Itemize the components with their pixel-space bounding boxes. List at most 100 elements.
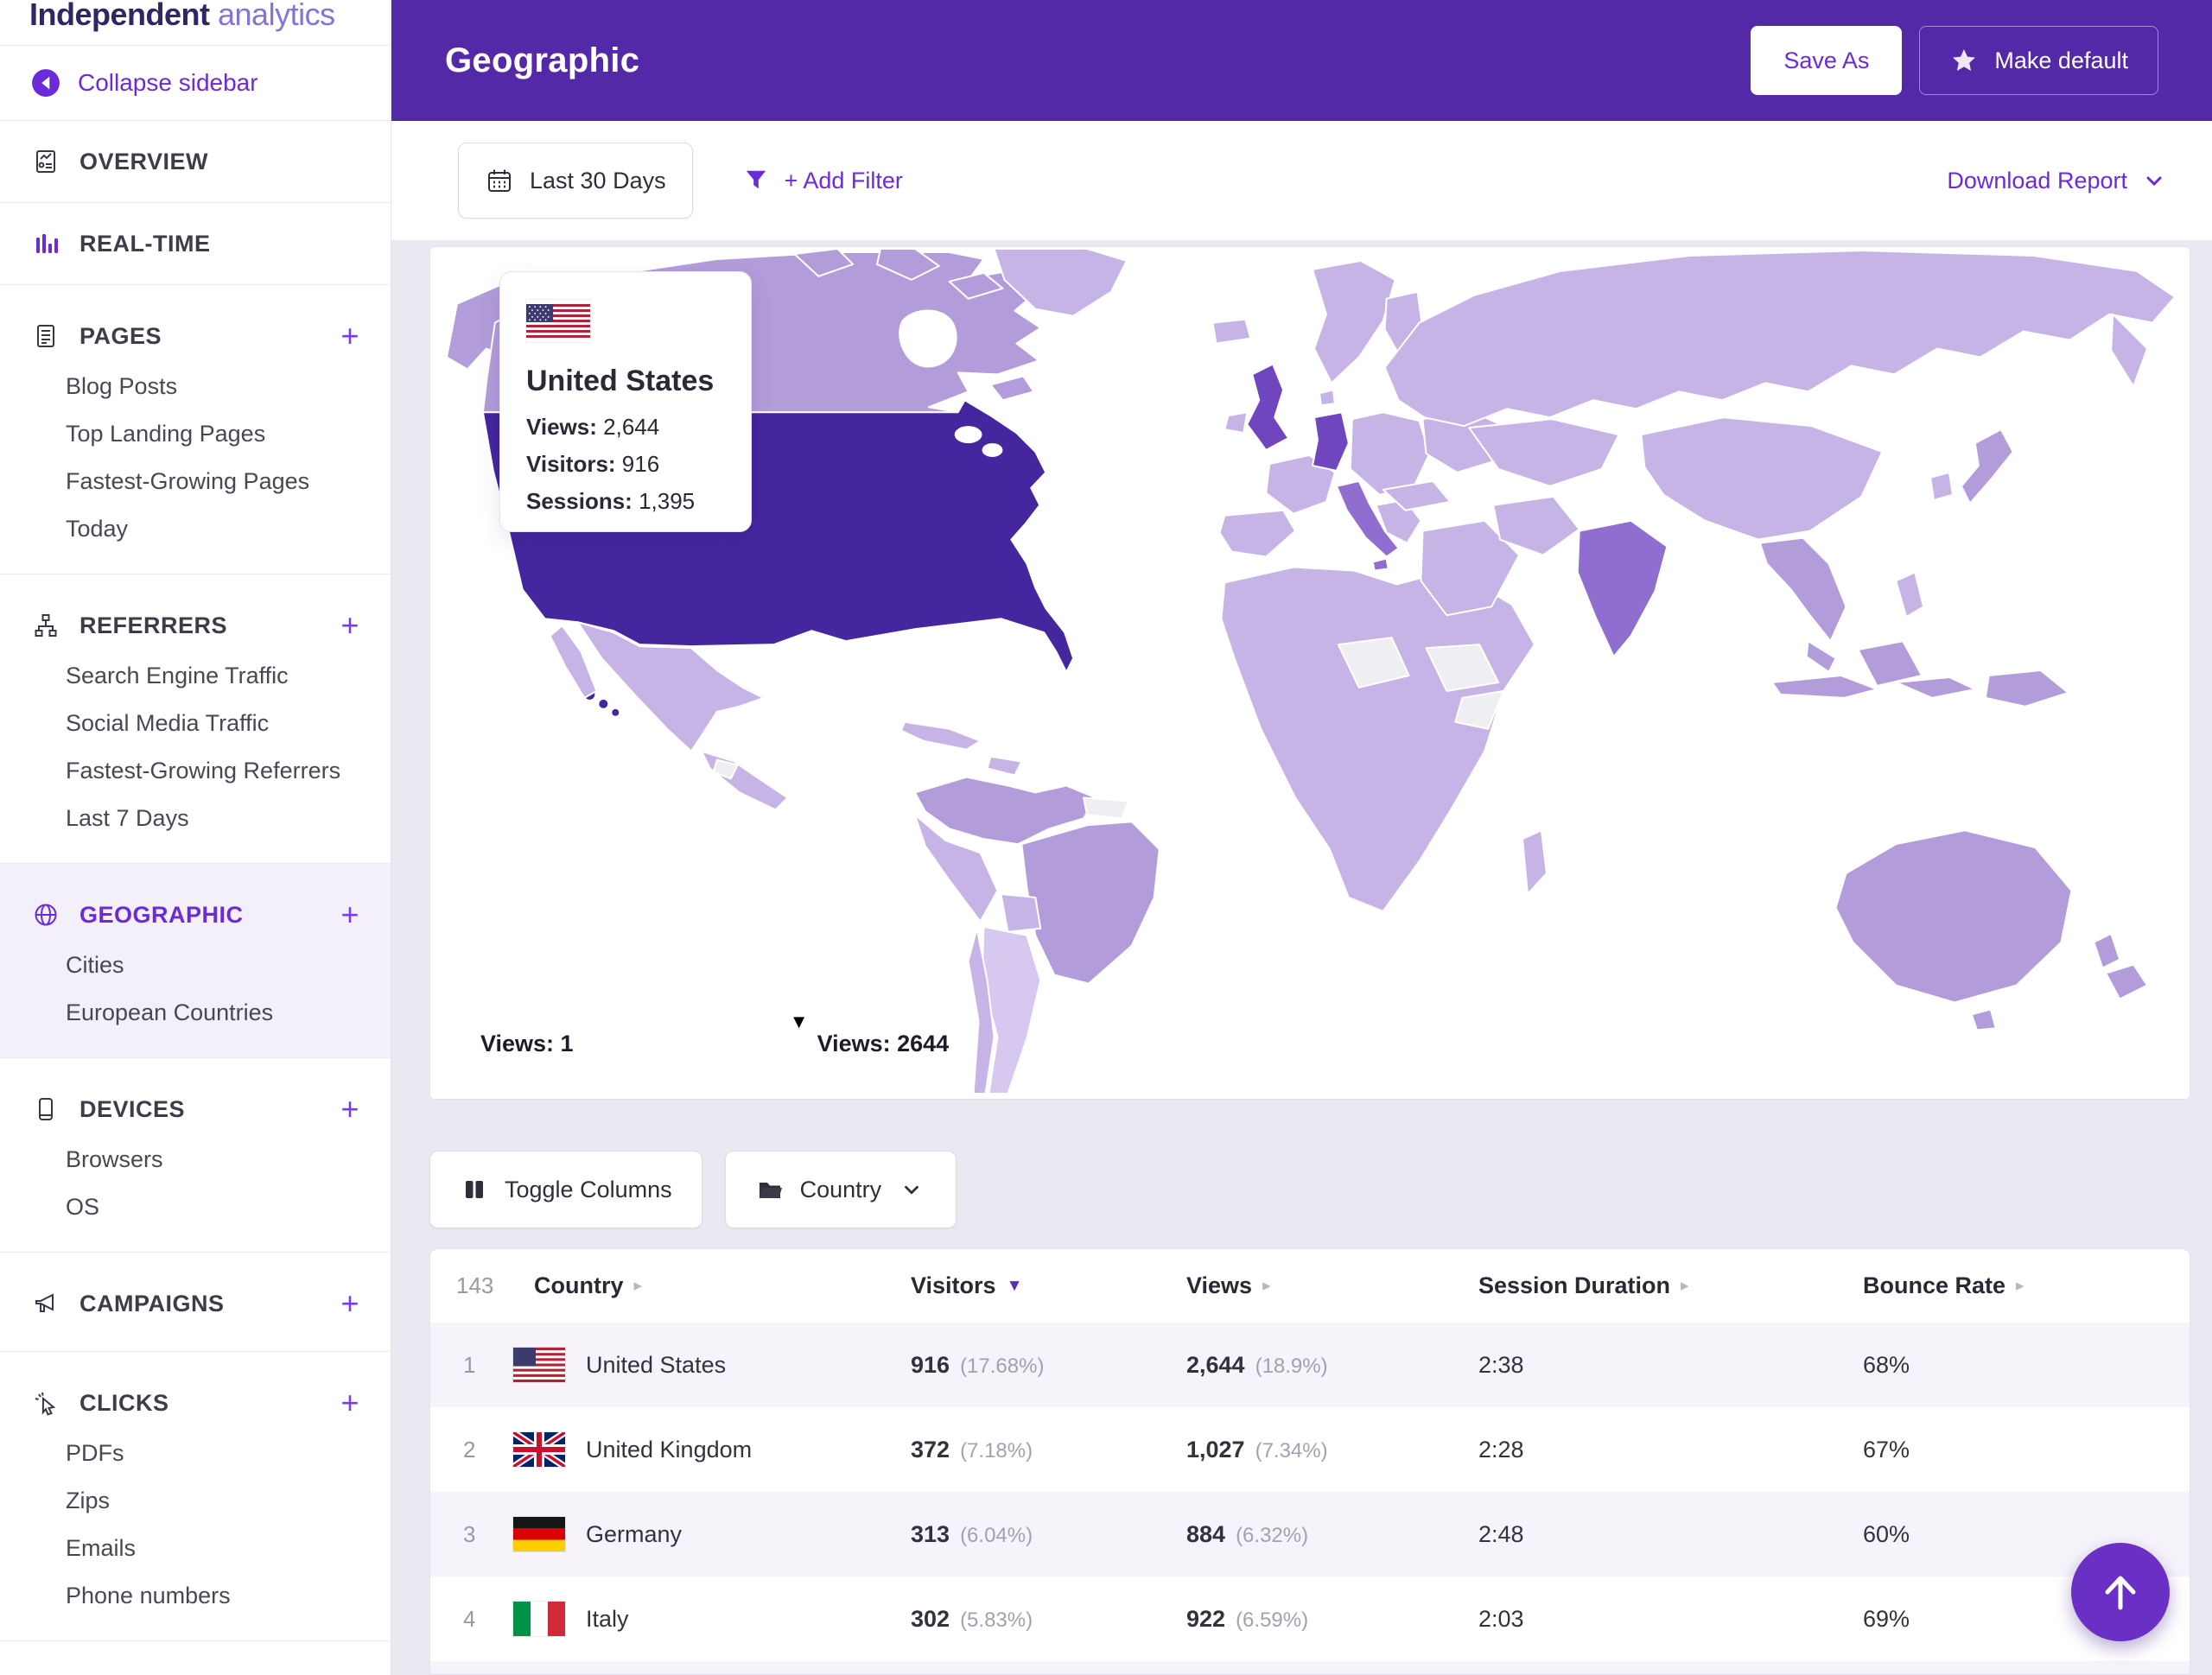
italy-flag-icon [513,1602,565,1636]
country-name: Germany [586,1521,682,1548]
toggle-columns-button[interactable]: Toggle Columns [429,1151,702,1228]
add-filter-button[interactable]: + Add Filter [741,166,903,195]
sidebar-item-overview[interactable]: OVERVIEW [0,121,391,202]
campaigns-megaphone-icon [31,1289,60,1318]
map-region-oceania[interactable] [1836,830,2148,1030]
scroll-to-top-button[interactable] [2071,1543,2170,1641]
devices-add-button[interactable]: + [340,1094,359,1125]
sidebar-item-campaigns[interactable]: CAMPAIGNS + [0,1277,391,1330]
world-map-card: United States Views: 2,644 Visitors: 916… [429,246,2190,1100]
column-header-country[interactable]: Country▸ [513,1272,911,1299]
sidebar-item-last-7-days[interactable]: Last 7 Days [0,795,391,842]
sidebar-item-top-landing-pages[interactable]: Top Landing Pages [0,410,391,458]
pages-add-button[interactable]: + [340,320,359,352]
funnel-icon [741,166,771,195]
sidebar-section-referrers: REFERRERS + Search Engine Traffic Social… [0,574,391,863]
toggle-columns-label: Toggle Columns [505,1177,672,1203]
sort-arrow-icon: ▸ [1262,1276,1271,1296]
sidebar-item-pages[interactable]: PAGES + [0,309,391,363]
sidebar-item-fastest-growing-pages[interactable]: Fastest-Growing Pages [0,458,391,505]
table-row[interactable]: 2 United Kingdom 372(7.18%) 1,027(7.34%)… [430,1407,2190,1492]
tooltip-country-name: United States [526,365,725,398]
chevron-down-icon [2139,166,2169,195]
clicks-add-button[interactable]: + [340,1387,359,1418]
row-rank: 1 [430,1352,513,1379]
legend-marker-icon: ▼ [790,1012,809,1031]
sidebar-item-clicks[interactable]: CLICKS + [0,1376,391,1430]
sidebar-section-pages: PAGES + Blog Posts Top Landing Pages Fas… [0,285,391,574]
legend-max-label: Views: 2644 [817,1031,950,1057]
pages-document-icon [31,321,60,351]
sidebar-item-fastest-growing-referrers[interactable]: Fastest-Growing Referrers [0,747,391,795]
campaigns-add-button[interactable]: + [340,1288,359,1319]
table-header-row: 143 Country▸ Visitors▼ Views▸ Session Du… [430,1249,2190,1323]
divider [0,1640,391,1641]
germany-flag-icon [513,1517,565,1551]
sidebar-section-clicks: CLICKS + PDFs Zips Emails Phone numbers [0,1352,391,1640]
sidebar-item-os[interactable]: OS [0,1183,391,1231]
column-header-bounce-rate[interactable]: Bounce Rate▸ [1863,1272,2190,1299]
collapse-sidebar-button[interactable]: Collapse sidebar [0,46,391,120]
overview-label: OVERVIEW [79,149,208,175]
star-icon [1949,46,1979,75]
sidebar-item-cities[interactable]: Cities [0,942,391,989]
column-header-visitors[interactable]: Visitors▼ [911,1272,1186,1299]
row-rank: 3 [430,1521,513,1548]
row-rank: 2 [430,1437,513,1463]
row-count: 143 [430,1272,513,1299]
sidebar-item-today[interactable]: Today [0,505,391,553]
overview-report-icon [31,147,60,176]
download-report-button[interactable]: Download Report [1947,166,2169,195]
group-by-country-dropdown[interactable]: Country [725,1151,957,1228]
sidebar-item-blog-posts[interactable]: Blog Posts [0,363,391,410]
sidebar-item-emails[interactable]: Emails [0,1525,391,1572]
realtime-label: REAL-TIME [79,231,210,257]
make-default-button[interactable]: Make default [1919,26,2158,95]
country-name: United Kingdom [586,1437,752,1463]
geographic-label: GEOGRAPHIC [79,902,244,929]
sidebar-item-phone-numbers[interactable]: Phone numbers [0,1572,391,1620]
date-range-button[interactable]: Last 30 Days [458,143,693,219]
sidebar-item-devices[interactable]: DEVICES + [0,1082,391,1136]
add-filter-label: + Add Filter [785,168,903,194]
referrers-add-button[interactable]: + [340,610,359,641]
collapse-sidebar-label: Collapse sidebar [78,69,258,97]
globe-icon [31,900,60,929]
table-row[interactable]: 1 United States 916(17.68%) 2,644(18.9%)… [430,1323,2190,1407]
sidebar-item-zips[interactable]: Zips [0,1477,391,1525]
page-header: Geographic Save As Make default [391,0,2212,121]
page-title: Geographic [445,41,639,80]
countries-table: 143 Country▸ Visitors▼ Views▸ Session Du… [429,1248,2190,1675]
country-name: Italy [586,1606,629,1633]
country-name: United States [586,1352,726,1379]
sidebar-item-browsers[interactable]: Browsers [0,1136,391,1183]
table-row[interactable]: 3 Germany 313(6.04%) 884(6.32%) 2:48 60% [430,1492,2190,1577]
sort-arrow-icon: ▸ [2016,1276,2024,1296]
sidebar: Independent analytics Collapse sidebar O… [0,0,391,1675]
save-as-button[interactable]: Save As [1751,26,1902,95]
sidebar-section-campaigns: CAMPAIGNS + [0,1253,391,1351]
sidebar-item-geographic[interactable]: GEOGRAPHIC + [0,888,391,942]
clicks-cursor-icon [31,1388,60,1418]
geographic-add-button[interactable]: + [340,899,359,930]
us-flag-icon [513,1348,565,1382]
folder-icon [755,1175,785,1204]
sidebar-item-realtime[interactable]: REAL-TIME [0,203,391,284]
devices-phone-icon [31,1094,60,1124]
table-row[interactable]: 4 Italy 302(5.83%) 922(6.59%) 2:03 69% [430,1577,2190,1661]
map-region-south-america[interactable] [915,777,1160,1094]
sidebar-item-referrers[interactable]: REFERRERS + [0,599,391,652]
column-header-views[interactable]: Views▸ [1186,1272,1478,1299]
filter-bar: Last 30 Days + Add Filter Download Repor… [391,121,2212,240]
map-region-africa[interactable] [1221,567,1546,910]
sidebar-item-social-media-traffic[interactable]: Social Media Traffic [0,700,391,747]
group-by-label: Country [800,1177,882,1203]
sort-arrow-icon: ▸ [1681,1276,1689,1296]
column-header-session-duration[interactable]: Session Duration▸ [1478,1272,1863,1299]
next-row-partial [430,1661,2190,1675]
clicks-label: CLICKS [79,1390,169,1417]
referrers-label: REFERRERS [79,612,227,639]
sidebar-item-pdfs[interactable]: PDFs [0,1430,391,1477]
sidebar-item-european-countries[interactable]: European Countries [0,989,391,1037]
sidebar-item-search-engine-traffic[interactable]: Search Engine Traffic [0,652,391,700]
